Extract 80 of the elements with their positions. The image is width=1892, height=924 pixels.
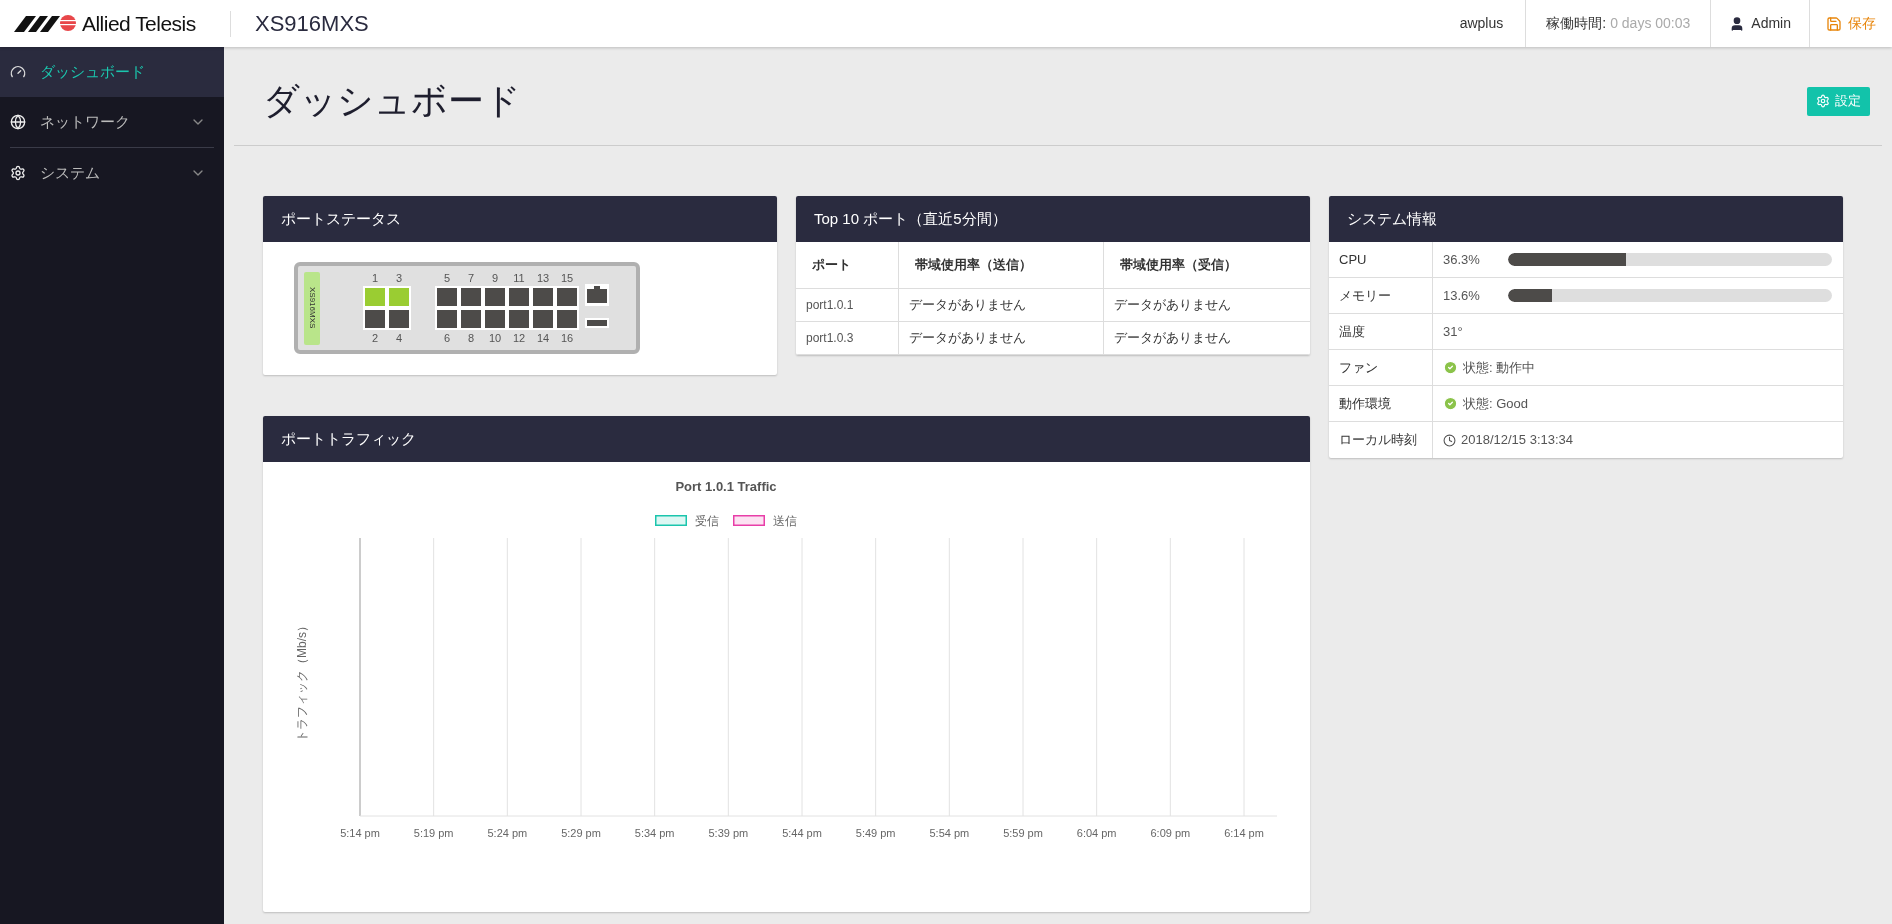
- x-tick-label: 5:49 pm: [855, 827, 896, 839]
- x-tick-label: 5:19 pm: [413, 827, 454, 839]
- device-model: XS916MXS: [255, 10, 369, 38]
- check-icon: [1443, 396, 1458, 411]
- column-header: 帯域使用率（送信）: [898, 242, 1103, 288]
- uptime-value: 0 days 00:03: [1610, 14, 1691, 33]
- info-value: 13.6%: [1443, 286, 1481, 305]
- x-tick-label: 5:29 pm: [561, 827, 601, 839]
- menu-icon: [10, 165, 26, 181]
- x-tick-label: 6:14 pm: [1224, 827, 1264, 839]
- info-value: 2018/12/15 3:13:34: [1461, 431, 1574, 450]
- port-number: 15: [559, 271, 575, 286]
- panel-header: システム情報: [1329, 196, 1843, 242]
- port-number: 12: [511, 331, 527, 346]
- port-number: 16: [559, 331, 575, 346]
- sidebar-item[interactable]: ネットワーク: [0, 97, 224, 147]
- table-cell: port1.0.3: [796, 321, 898, 354]
- panel-header: ポートトラフィック: [263, 416, 1310, 462]
- info-label: ローカル時刻: [1339, 431, 1417, 450]
- port-number: 11: [512, 271, 526, 286]
- brand-name: Allied Telesis: [82, 10, 196, 37]
- panel-header: ポートステータス: [263, 196, 777, 242]
- x-tick-label: 5:34 pm: [634, 827, 675, 839]
- panel-header: Top 10 ポート（直近5分間）: [796, 196, 1310, 242]
- table-cell: port1.0.1: [796, 288, 898, 321]
- check-icon: [1443, 360, 1458, 375]
- user-menu[interactable]: Admin: [1711, 0, 1810, 47]
- port-number: 6: [442, 331, 452, 346]
- sidebar-item[interactable]: システム: [0, 148, 224, 198]
- x-tick-label: 6:09 pm: [1150, 827, 1191, 839]
- info-value: 状態: 動作中: [1463, 358, 1536, 377]
- page-title: ダッシュボード: [263, 79, 521, 123]
- x-tick-label: 5:39 pm: [708, 827, 749, 839]
- info-label: ファン: [1339, 358, 1378, 377]
- column-header: ポート: [796, 242, 898, 288]
- port-number: 7: [466, 271, 476, 286]
- info-value: 31°: [1443, 322, 1463, 341]
- port-number: 3: [394, 271, 404, 286]
- port-number: 10: [487, 331, 503, 346]
- x-tick-label: 5:44 pm: [782, 827, 822, 839]
- x-tick-label: 5:54 pm: [929, 827, 970, 839]
- port-number: 2: [370, 331, 380, 346]
- save-icon: [1826, 15, 1842, 32]
- y-axis-label: トラフィック（Mb/s）: [295, 620, 309, 742]
- info-label: 温度: [1339, 322, 1365, 341]
- table-cell: データがありません: [898, 321, 1103, 354]
- port-number: 9: [490, 271, 500, 286]
- info-label: CPU: [1339, 250, 1367, 269]
- legend-label: 受信: [695, 514, 719, 528]
- chart-title: Port 1.0.1 Traffic: [675, 479, 777, 494]
- x-tick-label: 5:24 pm: [487, 827, 528, 839]
- menu-icon: [10, 64, 26, 80]
- x-tick-label: 5:14 pm: [340, 827, 380, 839]
- sidebar-item[interactable]: ダッシュボード: [0, 47, 224, 97]
- settings-icon: [1816, 94, 1830, 108]
- x-tick-label: 6:04 pm: [1076, 827, 1117, 839]
- device-label: XS916MXS: [307, 287, 318, 329]
- ethernet-port-icon: [585, 284, 609, 306]
- logo-icon: [14, 13, 78, 34]
- table-cell: データがありません: [898, 288, 1103, 321]
- hostname: awplus: [1459, 14, 1504, 33]
- uptime-label: 稼働時間:: [1546, 14, 1607, 33]
- info-value: 状態: Good: [1463, 394, 1529, 413]
- port-number: 8: [466, 331, 476, 346]
- legend-label: 送信: [773, 514, 797, 528]
- table-cell: データがありません: [1103, 288, 1310, 321]
- port-number: 4: [394, 331, 404, 346]
- menu-icon: [10, 114, 26, 130]
- column-header: 帯域使用率（受信）: [1103, 242, 1310, 288]
- port-number: 13: [535, 271, 551, 286]
- port-number: 5: [442, 271, 452, 286]
- info-label: 動作環境: [1339, 394, 1391, 413]
- table-cell: データがありません: [1103, 321, 1310, 354]
- info-value: 36.3%: [1443, 250, 1481, 269]
- port-number: 14: [535, 331, 551, 346]
- info-label: メモリー: [1339, 286, 1391, 305]
- clock-icon: [1443, 433, 1456, 447]
- x-tick-label: 5:59 pm: [1003, 827, 1043, 839]
- slot-icon: [585, 318, 609, 328]
- port-number: 1: [370, 271, 380, 286]
